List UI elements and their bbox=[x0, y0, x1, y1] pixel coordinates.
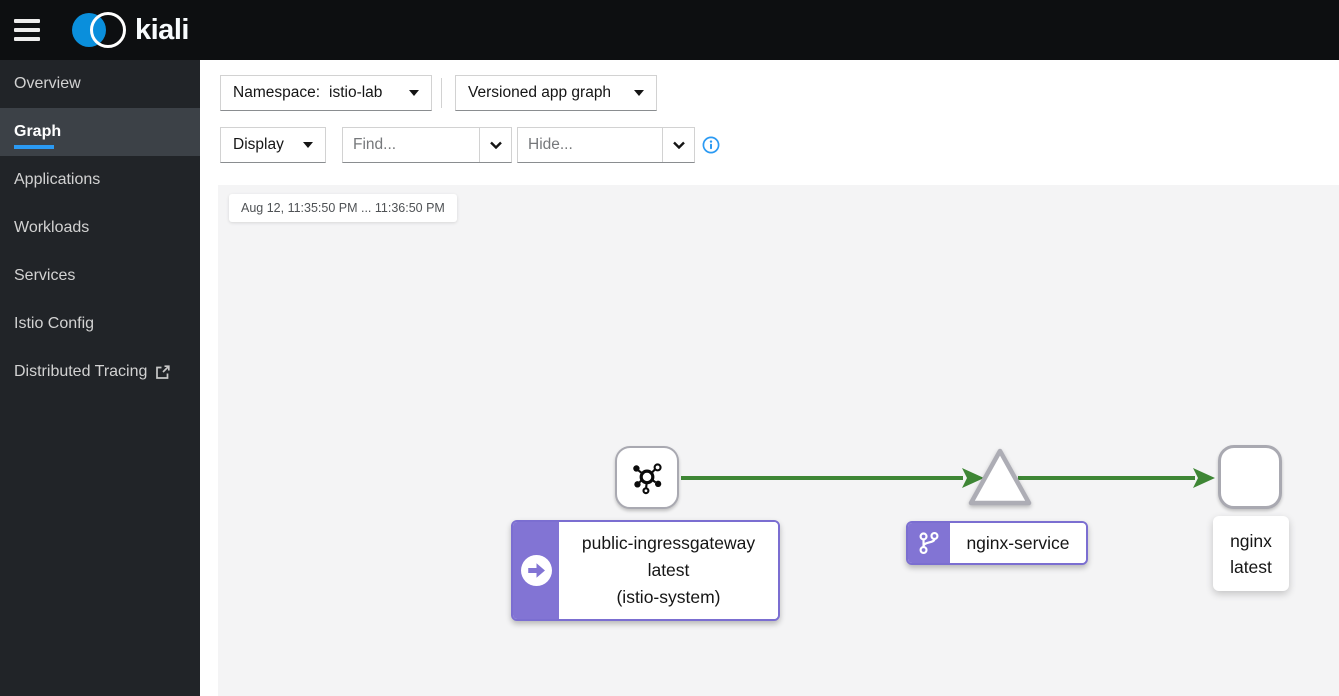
external-link-icon bbox=[155, 364, 171, 380]
graph-edges bbox=[681, 468, 1215, 488]
virtual-service-badge bbox=[908, 523, 950, 563]
sidebar-item-label: Services bbox=[14, 267, 76, 284]
caret-down-icon bbox=[409, 90, 419, 96]
service-triangle-icon bbox=[968, 448, 1032, 506]
find-hide-help-button[interactable] bbox=[702, 136, 720, 154]
sidebar-item-overview[interactable]: Overview bbox=[0, 60, 200, 108]
label-nginx-service[interactable]: nginx-service bbox=[906, 521, 1088, 565]
edge-arrowhead-icon bbox=[1193, 468, 1215, 488]
sidebar-item-label: Overview bbox=[14, 75, 81, 92]
caret-down-icon bbox=[303, 142, 313, 148]
sidebar-item-label: Istio Config bbox=[14, 315, 95, 332]
node-public-ingressgateway[interactable] bbox=[615, 446, 679, 509]
sidebar-item-label: Graph bbox=[14, 123, 62, 140]
display-label: Display bbox=[233, 136, 284, 153]
service-name: nginx-service bbox=[966, 532, 1070, 553]
sidebar-item-workloads[interactable]: Workloads bbox=[0, 204, 200, 252]
node-label-text: public-ingressgateway latest (istio-syst… bbox=[559, 522, 778, 619]
node-label-text: nginx-service bbox=[950, 523, 1086, 563]
find-input[interactable] bbox=[343, 128, 479, 162]
root-traffic-badge bbox=[513, 522, 559, 619]
sidebar-item-label: Applications bbox=[14, 171, 101, 188]
namespace-value: istio-lab bbox=[329, 84, 383, 101]
mesh-gateway-icon bbox=[633, 462, 662, 494]
graph-type-dropdown[interactable]: Versioned app graph bbox=[455, 75, 657, 111]
kiali-brand[interactable]: kiali bbox=[72, 10, 189, 50]
graph-canvas[interactable]: Aug 12, 11:35:50 PM ... 11:36:50 PM publ… bbox=[218, 185, 1339, 696]
arrow-circle-right-icon bbox=[520, 555, 552, 586]
find-input-group bbox=[342, 127, 512, 163]
sidebar-item-istio-config[interactable]: Istio Config bbox=[0, 300, 200, 348]
sidebar-item-applications[interactable]: Applications bbox=[0, 156, 200, 204]
sidebar-item-label: Workloads bbox=[14, 219, 90, 236]
app-namespace: (istio-system) bbox=[616, 587, 721, 607]
caret-down-icon bbox=[634, 90, 644, 96]
sidebar-item-services[interactable]: Services bbox=[0, 252, 200, 300]
toolbar-divider bbox=[441, 78, 442, 108]
display-dropdown[interactable]: Display bbox=[220, 127, 326, 163]
hide-input-group bbox=[517, 127, 695, 163]
brand-title: kiali bbox=[135, 13, 189, 46]
active-indicator bbox=[14, 145, 54, 149]
node-nginx-service[interactable] bbox=[964, 443, 1036, 518]
node-nginx[interactable] bbox=[1218, 445, 1282, 509]
label-nginx[interactable]: nginx latest bbox=[1213, 516, 1289, 591]
kiali-app: kiali Overview Graph Applications Worklo… bbox=[0, 0, 1339, 696]
sidebar-item-graph[interactable]: Graph bbox=[0, 108, 200, 156]
app-name: public-ingressgateway bbox=[581, 533, 756, 553]
masthead: kiali bbox=[0, 0, 1339, 60]
sidebar-item-label: Distributed Tracing bbox=[14, 363, 148, 380]
graph-type-value: Versioned app graph bbox=[468, 84, 612, 101]
code-branch-icon bbox=[919, 531, 939, 555]
app-name: nginx bbox=[1230, 530, 1272, 551]
nav-toggle-hamburger-icon[interactable] bbox=[14, 19, 40, 41]
info-icon bbox=[702, 136, 720, 154]
app-version: latest bbox=[1230, 556, 1272, 577]
namespace-label: Namespace: bbox=[233, 84, 321, 101]
sidebar-nav: Overview Graph Applications Workloads Se… bbox=[0, 60, 200, 696]
app-version: latest bbox=[647, 560, 690, 580]
kiali-logo-icon bbox=[72, 10, 128, 50]
graph-time-range-badge: Aug 12, 11:35:50 PM ... 11:36:50 PM bbox=[229, 194, 457, 222]
namespace-dropdown[interactable]: Namespace: istio-lab bbox=[220, 75, 432, 111]
hide-input[interactable] bbox=[518, 128, 662, 162]
chevron-down-icon bbox=[489, 141, 502, 149]
sidebar-item-distributed-tracing[interactable]: Distributed Tracing bbox=[0, 348, 200, 396]
label-public-ingressgateway[interactable]: public-ingressgateway latest (istio-syst… bbox=[511, 520, 780, 621]
chevron-down-icon bbox=[672, 141, 685, 149]
hide-options-toggle[interactable] bbox=[662, 128, 694, 162]
find-options-toggle[interactable] bbox=[479, 128, 511, 162]
